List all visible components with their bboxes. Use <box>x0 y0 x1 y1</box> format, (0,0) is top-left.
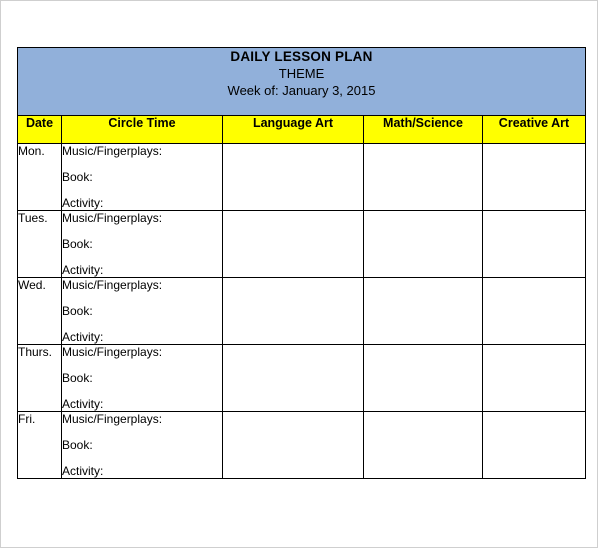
prompt-book: Book: <box>62 438 93 452</box>
column-header-circle-time: Circle Time <box>61 115 223 144</box>
column-header-date: Date <box>17 115 62 144</box>
cell-language-art[interactable] <box>222 210 364 278</box>
table-row: Thurs. Music/Fingerplays: Book: Activity… <box>17 344 587 412</box>
title-band-row: DAILY LESSON PLAN THEME Week of: January… <box>16 47 587 116</box>
column-header-math-science: Math/Science <box>363 115 483 144</box>
cell-language-art[interactable] <box>222 277 364 345</box>
prompt-book: Book: <box>62 304 93 318</box>
cell-math-science[interactable] <box>363 277 483 345</box>
prompt-activity: Activity: <box>62 464 104 478</box>
cell-math-science[interactable] <box>363 411 483 479</box>
prompt-music-fingerplays: Music/Fingerplays: <box>62 278 163 292</box>
prompt-book: Book: <box>62 371 93 385</box>
table-row: Tues. Music/Fingerplays: Book: Activity: <box>17 210 587 278</box>
cell-creative-art[interactable] <box>481 411 587 479</box>
cell-creative-art[interactable] <box>481 277 587 345</box>
cell-date: Mon. <box>17 143 62 211</box>
cell-circle-time[interactable]: Music/Fingerplays: Book: Activity: <box>61 344 223 412</box>
theme-label: THEME <box>278 66 325 81</box>
table-row: Wed. Music/Fingerplays: Book: Activity: <box>17 277 587 345</box>
cell-creative-art[interactable] <box>481 210 587 278</box>
table-row: Mon. Music/Fingerplays: Book: Activity: <box>17 143 587 211</box>
cell-circle-time[interactable]: Music/Fingerplays: Book: Activity: <box>61 143 223 211</box>
cell-circle-time[interactable]: Music/Fingerplays: Book: Activity: <box>61 277 223 345</box>
daily-lesson-plan-table: DAILY LESSON PLAN THEME Week of: January… <box>16 47 587 479</box>
cell-date: Fri. <box>17 411 62 479</box>
prompt-music-fingerplays: Music/Fingerplays: <box>62 412 163 426</box>
prompt-book: Book: <box>62 170 93 184</box>
prompt-activity: Activity: <box>62 330 104 344</box>
cell-date: Thurs. <box>17 344 62 412</box>
cell-math-science[interactable] <box>363 344 483 412</box>
cell-math-science[interactable] <box>363 210 483 278</box>
cell-language-art[interactable] <box>222 344 364 412</box>
table-header: DAILY LESSON PLAN THEME Week of: January… <box>16 47 587 144</box>
title-band: DAILY LESSON PLAN THEME Week of: January… <box>16 47 587 116</box>
cell-math-science[interactable] <box>363 143 483 211</box>
prompt-activity: Activity: <box>62 196 104 210</box>
page-sheet: DAILY LESSON PLAN THEME Week of: January… <box>0 0 598 548</box>
prompt-book: Book: <box>62 237 93 251</box>
prompt-activity: Activity: <box>62 263 104 277</box>
cell-date: Wed. <box>17 277 62 345</box>
column-header-language-art: Language Art <box>222 115 364 144</box>
table-row: Fri. Music/Fingerplays: Book: Activity: <box>17 411 587 479</box>
cell-language-art[interactable] <box>222 411 364 479</box>
cell-creative-art[interactable] <box>481 143 587 211</box>
cell-date: Tues. <box>17 210 62 278</box>
prompt-music-fingerplays: Music/Fingerplays: <box>62 345 163 359</box>
cell-language-art[interactable] <box>222 143 364 211</box>
cell-creative-art[interactable] <box>481 344 587 412</box>
column-header-row: Date Circle Time Language Art Math/Scien… <box>17 115 587 144</box>
table-body: Mon. Music/Fingerplays: Book: Activity: … <box>17 143 587 479</box>
prompt-activity: Activity: <box>62 397 104 411</box>
page-title: DAILY LESSON PLAN <box>230 49 373 64</box>
prompt-music-fingerplays: Music/Fingerplays: <box>62 144 163 158</box>
prompt-music-fingerplays: Music/Fingerplays: <box>62 211 163 225</box>
week-of-label: Week of: January 3, 2015 <box>227 83 376 98</box>
column-header-creative-art: Creative Art <box>481 115 587 144</box>
cell-circle-time[interactable]: Music/Fingerplays: Book: Activity: <box>61 411 223 479</box>
cell-circle-time[interactable]: Music/Fingerplays: Book: Activity: <box>61 210 223 278</box>
